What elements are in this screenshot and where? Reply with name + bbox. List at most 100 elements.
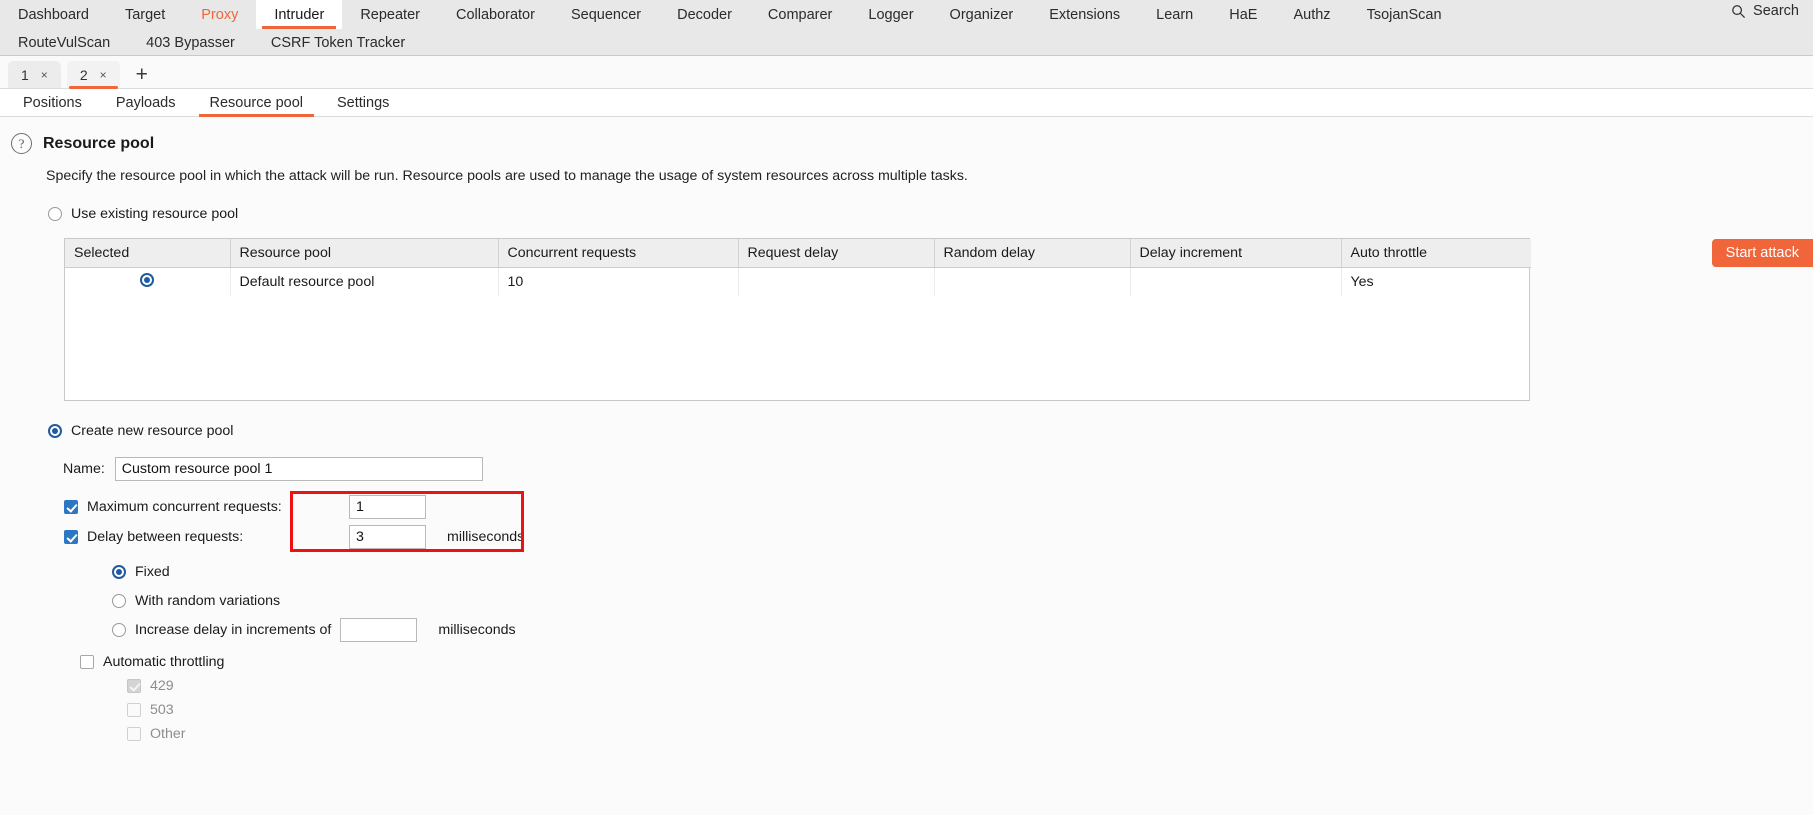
nav-tab-label: Decoder xyxy=(677,6,732,23)
subtab-label: Resource pool xyxy=(209,94,304,111)
resource-pool-panel: ? Resource pool Specify the resource poo… xyxy=(0,117,1813,815)
throttle-code-other-checkbox[interactable] xyxy=(127,727,141,741)
delay-between-requests-input[interactable] xyxy=(349,525,426,549)
search-label: Search xyxy=(1753,3,1799,19)
attack-tab-label: 1 xyxy=(21,66,29,83)
max-concurrent-requests-row: Maximum concurrent requests: xyxy=(64,492,1813,522)
nav-tab-organizer[interactable]: Organizer xyxy=(932,0,1032,29)
nav-tab-routevulscan[interactable]: RouteVulScan xyxy=(0,29,128,56)
attack-tab-1[interactable]: 1 × xyxy=(8,61,61,88)
create-new-pool-label: Create new resource pool xyxy=(71,423,234,439)
use-existing-pool-radio[interactable] xyxy=(48,207,62,221)
delay-mode-fixed-radio[interactable] xyxy=(112,564,126,579)
delay-between-requests-label: Delay between requests: xyxy=(87,529,244,545)
throttle-code-429-checkbox[interactable] xyxy=(127,679,141,693)
column-header-request-delay[interactable]: Request delay xyxy=(738,239,935,268)
cell-concurrent-requests: 10 xyxy=(498,267,739,296)
column-header-random-delay[interactable]: Random delay xyxy=(934,239,1131,268)
delay-between-requests-checkbox[interactable] xyxy=(64,530,78,544)
help-icon[interactable]: ? xyxy=(11,133,32,154)
nav-tab-sequencer[interactable]: Sequencer xyxy=(553,0,659,29)
nav-tab-hae[interactable]: HaE xyxy=(1211,0,1275,29)
delay-mode-random[interactable]: With random variations xyxy=(112,586,1813,615)
close-icon[interactable]: × xyxy=(100,69,107,81)
delay-mode-random-radio[interactable] xyxy=(112,593,126,608)
nav-tab-label: Extensions xyxy=(1049,6,1121,23)
column-header-delay-increment[interactable]: Delay increment xyxy=(1130,239,1342,268)
search-button[interactable]: Search xyxy=(1731,3,1799,19)
nav-tab-intruder[interactable]: Intruder xyxy=(256,0,343,29)
automatic-throttling-row[interactable]: Automatic throttling xyxy=(80,649,1813,674)
tab-payloads[interactable]: Payloads xyxy=(99,89,193,117)
cell-delay-increment xyxy=(1130,267,1342,296)
nav-tab-label: Learn xyxy=(1156,6,1194,23)
table-row[interactable]: Default resource pool 10 Yes xyxy=(65,267,1531,296)
column-header-auto-throttle[interactable]: Auto throttle xyxy=(1341,239,1531,268)
nav-tab-label: 403 Bypasser xyxy=(146,34,235,51)
section-description: Specify the resource pool in which the a… xyxy=(46,168,968,184)
top-nav-row-primary: Dashboard Target Proxy Intruder Repeater… xyxy=(0,0,1813,29)
create-new-pool-radio[interactable] xyxy=(48,424,62,438)
nav-tab-learn[interactable]: Learn xyxy=(1138,0,1211,29)
throttle-code-503[interactable]: 503 xyxy=(127,698,1813,722)
cell-resource-pool: Default resource pool xyxy=(230,267,499,296)
delay-mode-random-label: With random variations xyxy=(135,592,281,609)
pool-name-input[interactable] xyxy=(114,457,483,481)
delay-between-requests-row: Delay between requests: milliseconds xyxy=(64,522,1813,552)
automatic-throttling-checkbox[interactable] xyxy=(80,654,94,669)
max-concurrent-requests-label: Maximum concurrent requests: xyxy=(87,499,282,515)
throttle-code-other-label: Other xyxy=(150,726,186,742)
tab-positions[interactable]: Positions xyxy=(6,89,99,117)
tab-resource-pool[interactable]: Resource pool xyxy=(193,89,321,117)
nav-tab-proxy[interactable]: Proxy xyxy=(183,0,256,29)
delay-mode-increment-radio[interactable] xyxy=(112,622,126,637)
delay-mode-fixed[interactable]: Fixed xyxy=(112,557,1813,586)
column-header-resource-pool[interactable]: Resource pool xyxy=(230,239,499,268)
top-navigation: Dashboard Target Proxy Intruder Repeater… xyxy=(0,0,1813,56)
delay-between-requests-unit: milliseconds xyxy=(447,529,525,545)
nav-tab-label: Comparer xyxy=(767,6,833,23)
nav-tab-extensions[interactable]: Extensions xyxy=(1031,0,1138,29)
nav-tab-csrf-token-tracker[interactable]: CSRF Token Tracker xyxy=(253,29,423,56)
create-new-pool-option[interactable]: Create new resource pool xyxy=(48,423,1813,439)
pool-name-row: Name: xyxy=(63,457,1813,481)
delay-increment-input[interactable] xyxy=(340,617,418,642)
subtab-label: Positions xyxy=(23,94,82,111)
nav-tab-target[interactable]: Target xyxy=(107,0,183,29)
delay-mode-increment[interactable]: Increase delay in increments of millisec… xyxy=(112,615,1813,644)
nav-tab-label: TsojanScan xyxy=(1366,6,1442,23)
max-concurrent-requests-checkbox[interactable] xyxy=(64,500,78,514)
attack-tab-2[interactable]: 2 × xyxy=(66,61,120,89)
max-concurrent-requests-input[interactable] xyxy=(349,495,426,519)
throttle-code-429-label: 429 xyxy=(150,678,174,694)
page-title: Resource pool xyxy=(43,134,155,152)
nav-tab-collaborator[interactable]: Collaborator xyxy=(438,0,553,29)
search-icon xyxy=(1731,4,1746,19)
column-header-selected[interactable]: Selected xyxy=(65,239,231,268)
add-tab-button[interactable]: + xyxy=(126,64,158,88)
cell-auto-throttle: Yes xyxy=(1350,274,1374,290)
throttle-code-other[interactable]: Other xyxy=(127,722,1813,746)
nav-tab-label: Authz xyxy=(1293,6,1331,23)
column-header-concurrent-requests[interactable]: Concurrent requests xyxy=(498,239,739,268)
use-existing-pool-option[interactable]: Use existing resource pool xyxy=(0,206,1813,222)
nav-tab-decoder[interactable]: Decoder xyxy=(659,0,750,29)
nav-tab-logger[interactable]: Logger xyxy=(850,0,931,29)
throttle-code-503-checkbox[interactable] xyxy=(127,703,141,717)
nav-tab-dashboard[interactable]: Dashboard xyxy=(0,0,107,29)
throttle-code-429[interactable]: 429 xyxy=(127,674,1813,698)
cell-selected[interactable] xyxy=(65,267,231,296)
attack-tab-label: 2 xyxy=(79,66,88,83)
default-pool-radio[interactable] xyxy=(140,273,155,287)
nav-tab-label: CSRF Token Tracker xyxy=(270,34,406,51)
nav-tab-repeater[interactable]: Repeater xyxy=(342,0,438,29)
nav-tab-authz[interactable]: Authz xyxy=(1275,0,1348,29)
nav-tab-403-bypasser[interactable]: 403 Bypasser xyxy=(128,29,253,56)
start-attack-button[interactable]: Start attack xyxy=(1711,239,1813,267)
nav-tab-comparer[interactable]: Comparer xyxy=(750,0,850,29)
nav-tab-tsojanscan[interactable]: TsojanScan xyxy=(1349,0,1460,29)
close-icon[interactable]: × xyxy=(41,69,48,81)
create-new-pool-section: Create new resource pool Name: Maximum c… xyxy=(0,423,1813,746)
tab-settings[interactable]: Settings xyxy=(320,89,406,117)
pool-name-label: Name: xyxy=(63,461,105,477)
